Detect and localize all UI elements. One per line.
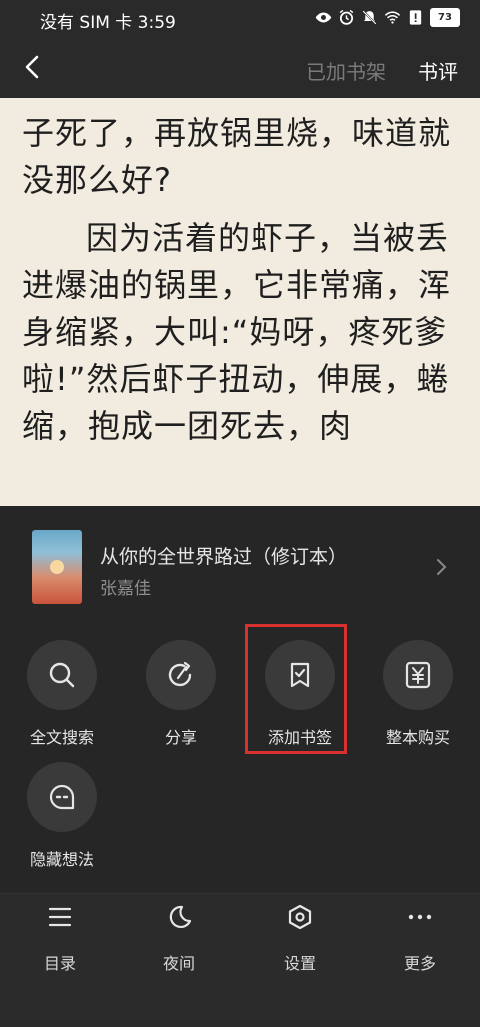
hide-thoughts-button[interactable]: 隐藏想法: [7, 762, 117, 872]
action-label: 分享: [164, 728, 197, 747]
action-label: 隐藏想法: [29, 850, 94, 869]
more-icon: [408, 914, 432, 920]
status-icons: 73: [315, 8, 460, 27]
book-author: 张嘉佳: [100, 579, 151, 599]
settings-icon: [288, 904, 312, 930]
eye-icon: [315, 12, 332, 23]
nav-label: 目录: [43, 954, 76, 973]
status-time: 没有 SIM 卡 3:59: [40, 13, 176, 33]
book-cover: [32, 530, 82, 604]
book-title: 从你的全世界路过（修订本）: [100, 546, 348, 568]
mute-icon: [362, 10, 377, 25]
reader-menu-panel: 从你的全世界路过（修订本） 张嘉佳 全文搜索 分享 添加书签 整本购买 隐藏想法: [0, 506, 480, 893]
top-bar: 已加书架 书评: [0, 36, 480, 98]
buy-whole-book-button[interactable]: 整本购买: [363, 640, 473, 750]
reader-paragraph: 子死了，再放锅里烧，味道就没那么好?: [22, 114, 452, 199]
alarm-icon: [339, 9, 354, 25]
wifi-icon: [384, 11, 401, 24]
chevron-left-icon[interactable]: [18, 52, 48, 82]
nav-more[interactable]: 更多: [375, 904, 465, 984]
chevron-right-icon: [437, 559, 447, 575]
added-to-shelf-button[interactable]: 已加书架: [306, 56, 386, 85]
status-bar: 没有 SIM 卡 3:59 73: [0, 0, 480, 36]
alert-icon: [409, 10, 422, 25]
review-button[interactable]: 书评: [418, 56, 458, 85]
nav-settings[interactable]: 设置: [255, 904, 345, 984]
nav-label: 夜间: [162, 954, 195, 973]
nav-night-mode[interactable]: 夜间: [134, 904, 224, 984]
share-icon: [168, 661, 192, 687]
share-button[interactable]: 分享: [126, 640, 236, 750]
reader-paragraph: 因为活着的虾子，当被丢进爆油的锅里，它非常痛，浑身缩紧，大叫:“妈呀，疼死爹啦!…: [22, 219, 452, 445]
nav-label: 设置: [283, 954, 316, 973]
action-label: 全文搜索: [29, 728, 94, 747]
battery-icon: 73: [430, 8, 460, 27]
action-label: 整本购买: [385, 728, 450, 747]
comment-icon: [49, 784, 75, 810]
full-text-search-button[interactable]: 全文搜索: [7, 640, 117, 750]
reading-area[interactable]: 子死了，再放锅里烧，味道就没那么好? 因为活着的虾子，当被丢进爆油的锅里，它非常…: [0, 98, 480, 506]
bottom-nav: 目录 夜间 设置 更多: [0, 894, 480, 1027]
book-info-row[interactable]: 从你的全世界路过（修订本） 张嘉佳: [0, 506, 480, 626]
yuan-icon: [405, 661, 431, 689]
menu-icon: [48, 907, 72, 927]
search-icon: [49, 662, 75, 688]
moon-icon: [169, 905, 192, 928]
nav-toc[interactable]: 目录: [15, 904, 105, 984]
highlight-box: [245, 624, 347, 754]
nav-label: 更多: [403, 954, 436, 973]
